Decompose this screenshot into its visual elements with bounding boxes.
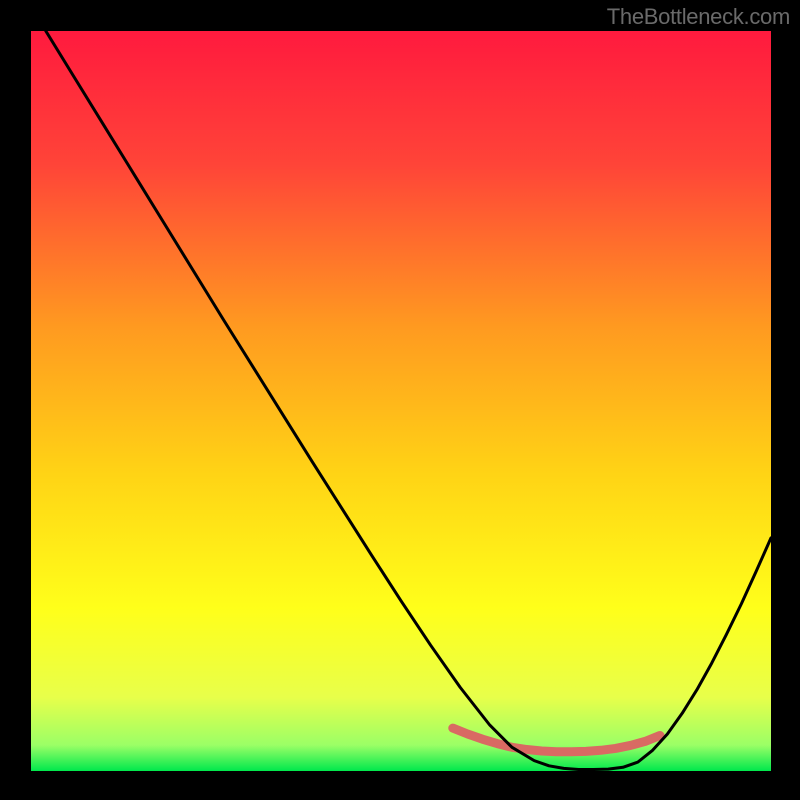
watermark-text: TheBottleneck.com xyxy=(607,4,790,30)
bottleneck-chart: TheBottleneck.com xyxy=(0,0,800,800)
plot-area xyxy=(31,31,771,771)
chart-svg xyxy=(31,31,771,771)
gradient-background xyxy=(31,31,771,771)
